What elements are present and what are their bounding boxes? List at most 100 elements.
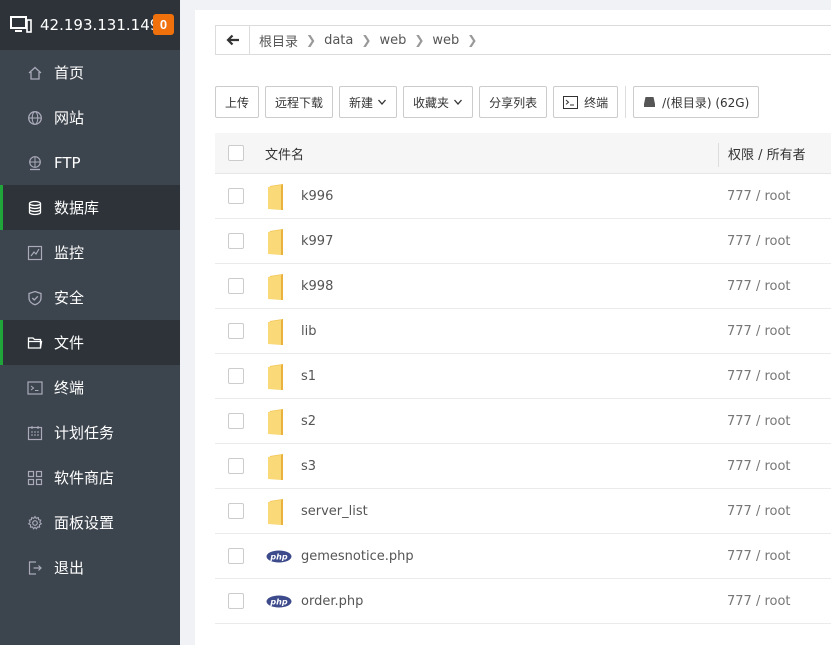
table-row[interactable]: s1 777 / root: [215, 354, 831, 399]
sidebar-item-files[interactable]: 文件: [0, 320, 180, 365]
sidebar: 42.193.131.149 0 首页 网站 FTP 数据库 监控 安全 文件 …: [0, 0, 180, 645]
disk-button[interactable]: /(根目录) (62G): [633, 86, 760, 118]
terminal-button[interactable]: 终端: [553, 86, 619, 118]
sidebar-item-label: 计划任务: [54, 424, 115, 442]
sidebar-item-label: 安全: [54, 289, 85, 307]
new-label: 新建: [349, 95, 374, 110]
file-permission[interactable]: 777 / root: [727, 279, 791, 294]
row-checkbox[interactable]: [228, 413, 244, 429]
file-permission[interactable]: 777 / root: [727, 369, 791, 384]
upload-button[interactable]: 上传: [215, 86, 260, 118]
table-row[interactable]: s2 777 / root: [215, 399, 831, 444]
row-checkbox[interactable]: [228, 593, 244, 609]
file-permission[interactable]: 777 / root: [727, 549, 791, 564]
shield-icon: [27, 290, 43, 306]
col-filename[interactable]: 文件名: [265, 144, 304, 163]
sidebar-item-settings[interactable]: 面板设置: [0, 500, 180, 545]
file-name[interactable]: s2: [301, 414, 316, 429]
chevron-right-icon: ❯: [414, 33, 425, 47]
new-dropdown-button[interactable]: 新建: [339, 86, 398, 118]
row-checkbox[interactable]: [228, 323, 244, 339]
terminal-icon: [27, 380, 43, 396]
file-name[interactable]: s1: [301, 369, 316, 384]
sidebar-item-website[interactable]: 网站: [0, 95, 180, 140]
ftp-icon: [27, 155, 43, 171]
share-list-button[interactable]: 分享列表: [479, 86, 548, 118]
row-checkbox[interactable]: [228, 548, 244, 564]
file-permission[interactable]: 777 / root: [727, 459, 791, 474]
chevron-right-icon: ❯: [361, 33, 372, 47]
toolbar-divider: [625, 86, 627, 118]
breadcrumb-item-web-current[interactable]: web: [432, 33, 459, 48]
sidebar-item-monitor[interactable]: 监控: [0, 230, 180, 275]
sidebar-item-security[interactable]: 安全: [0, 275, 180, 320]
row-checkbox[interactable]: [228, 188, 244, 204]
remote-download-button[interactable]: 远程下载: [265, 86, 334, 118]
upload-label: 上传: [225, 95, 250, 110]
table-row[interactable]: php order.php 777 / root: [215, 579, 831, 624]
file-permission[interactable]: 777 / root: [727, 234, 791, 249]
home-icon: [27, 65, 43, 81]
breadcrumb-item-root[interactable]: 根目录: [259, 31, 298, 50]
row-checkbox[interactable]: [228, 368, 244, 384]
chevron-down-icon: [378, 99, 387, 105]
monitor-chart-icon: [27, 245, 43, 261]
file-name[interactable]: order.php: [301, 594, 363, 609]
table-body: k996 777 / root k997 777 / root k998 777 / ro…: [215, 174, 831, 624]
server-monitor-icon: [10, 16, 32, 33]
file-name[interactable]: k998: [301, 279, 333, 294]
database-icon: [27, 200, 43, 216]
sidebar-item-app-store[interactable]: 软件商店: [0, 455, 180, 500]
calendar-icon: [27, 425, 43, 441]
file-name[interactable]: s3: [301, 459, 316, 474]
server-ip: 42.193.131.149: [40, 16, 160, 34]
sidebar-item-terminal[interactable]: 终端: [0, 365, 180, 410]
row-checkbox[interactable]: [228, 503, 244, 519]
file-permission[interactable]: 777 / root: [727, 189, 791, 204]
file-name[interactable]: server_list: [301, 504, 368, 519]
sidebar-item-label: FTP: [54, 153, 81, 172]
select-all-checkbox[interactable]: [228, 145, 244, 161]
file-permission[interactable]: 777 / root: [727, 324, 791, 339]
row-checkbox[interactable]: [228, 233, 244, 249]
file-name[interactable]: gemesnotice.php: [301, 549, 414, 564]
favorites-dropdown-button[interactable]: 收藏夹: [403, 86, 474, 118]
file-permission[interactable]: 777 / root: [727, 594, 791, 609]
table-row[interactable]: k998 777 / root: [215, 264, 831, 309]
folder-icon: [268, 184, 283, 210]
table-row[interactable]: k996 777 / root: [215, 174, 831, 219]
row-checkbox[interactable]: [228, 278, 244, 294]
column-divider: [718, 143, 719, 167]
row-checkbox[interactable]: [228, 458, 244, 474]
table-row[interactable]: lib 777 / root: [215, 309, 831, 354]
sidebar-item-home[interactable]: 首页: [0, 50, 180, 95]
file-permission[interactable]: 777 / root: [727, 504, 791, 519]
grid-icon: [27, 470, 43, 486]
sidebar-item-label: 终端: [54, 379, 85, 397]
sidebar-item-ftp[interactable]: FTP: [0, 140, 180, 185]
table-row[interactable]: php gemesnotice.php 777 / root: [215, 534, 831, 579]
sidebar-item-logout[interactable]: 退出: [0, 545, 180, 590]
breadcrumb-item-web[interactable]: web: [379, 33, 406, 48]
table-row[interactable]: s3 777 / root: [215, 444, 831, 489]
file-name[interactable]: lib: [301, 324, 316, 339]
file-permission[interactable]: 777 / root: [727, 414, 791, 429]
col-permission[interactable]: 权限 / 所有者: [728, 144, 806, 163]
chevron-right-icon: ❯: [467, 33, 478, 47]
file-name[interactable]: k996: [301, 189, 333, 204]
notification-badge[interactable]: 0: [153, 14, 174, 35]
folder-icon: [268, 319, 283, 345]
file-name[interactable]: k997: [301, 234, 333, 249]
svg-text:php: php: [269, 597, 287, 606]
back-button[interactable]: [216, 26, 250, 54]
sidebar-item-label: 文件: [54, 334, 85, 352]
globe-icon: [27, 110, 43, 126]
sidebar-item-cron[interactable]: 计划任务: [0, 410, 180, 455]
file-table: 文件名 权限 / 所有者 k996 777 / root k997 777 / roo…: [215, 133, 831, 624]
folder-icon: [268, 454, 283, 480]
table-row[interactable]: k997 777 / root: [215, 219, 831, 264]
gear-icon: [27, 515, 43, 531]
table-row[interactable]: server_list 777 / root: [215, 489, 831, 534]
sidebar-item-database[interactable]: 数据库: [0, 185, 180, 230]
breadcrumb-item-data[interactable]: data: [324, 33, 353, 48]
